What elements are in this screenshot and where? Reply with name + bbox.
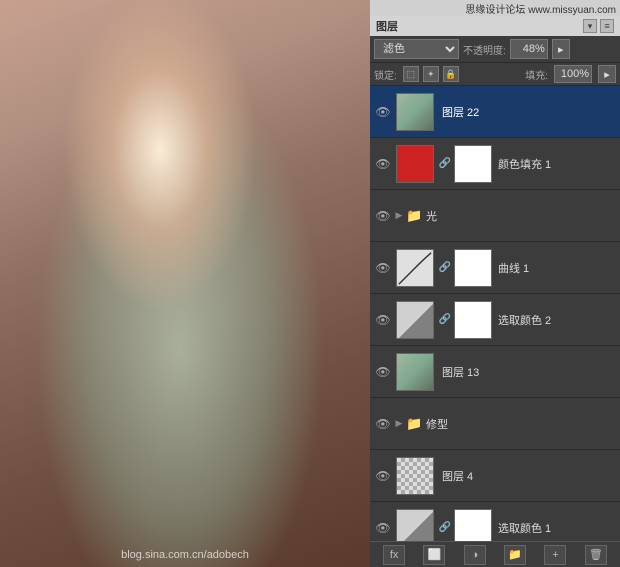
thumb-girl-img [397, 94, 433, 130]
eye-icon-layer4[interactable]: 👁 [374, 467, 392, 485]
thumb-curves1 [396, 249, 434, 287]
layer-name-curves1: 曲线 1 [498, 260, 616, 276]
opacity-arrow-btn[interactable]: ▸ [552, 39, 570, 59]
panel-menu-btn[interactable]: ≡ [600, 19, 614, 33]
layer-info-selective2: 选取颜色 2 [494, 312, 616, 328]
layer-item-group-light[interactable]: 👁 ▶ 📁 光 [370, 190, 620, 242]
layer-info-layer13: 图层 13 [438, 364, 616, 380]
layer-item-colorfill1[interactable]: 👁 🔗 颜色填充 1 [370, 138, 620, 190]
thumb-selective2-img [397, 302, 433, 338]
layer-item-group-xiutype[interactable]: 👁 ▶ 📁 修型 [370, 398, 620, 450]
fill-arrow-btn[interactable]: ▸ [598, 65, 616, 83]
thumb-layer22 [396, 93, 434, 131]
expand-icon-group-xiutype[interactable]: ▶ [392, 417, 406, 431]
lock-row: 锁定: ⬚ ✦ 🔒 填充: ▸ [370, 63, 620, 86]
layer-info-curves1: 曲线 1 [494, 260, 616, 276]
panel-collapse-btn[interactable]: ▾ [583, 19, 597, 33]
thumb-selective1-img [397, 510, 433, 542]
lock-icons-group: ⬚ ✦ 🔒 [403, 66, 459, 82]
link-icon-selective2: 🔗 [438, 314, 452, 325]
eye-icon-layer22[interactable]: 👁 [374, 103, 392, 121]
eye-icon-selective1[interactable]: 👁 [374, 519, 392, 537]
layer-info-group-xiutype: 修型 [422, 416, 616, 432]
layer-name-selective2: 选取颜色 2 [498, 312, 616, 328]
layer-info-layer22: 图层 22 [438, 104, 616, 120]
opacity-input[interactable] [510, 39, 548, 59]
mask-button[interactable]: ⬜ [423, 545, 445, 565]
thumb-white-mask [455, 146, 491, 182]
fx-button[interactable]: fx [383, 545, 405, 565]
thumb-mask-colorfill1 [454, 145, 492, 183]
thumb-colorfill1 [396, 145, 434, 183]
lock-label: 锁定: [374, 67, 397, 82]
thumb-layer4 [396, 457, 434, 495]
layers-list: 👁 图层 22 👁 🔗 颜色填充 1 👁 ▶ [370, 86, 620, 541]
layers-toolbar: fx ⬜ ◑ 📁 + 🗑 [370, 541, 620, 567]
layer-name-colorfill1: 颜色填充 1 [498, 156, 616, 172]
layer-info-layer4: 图层 4 [438, 468, 616, 484]
folder-icon-group-xiutype: 📁 [406, 416, 422, 432]
lock-move-btn[interactable]: ✦ [423, 66, 439, 82]
link-icon-selective1: 🔗 [438, 522, 452, 533]
layer-name-layer4: 图层 4 [442, 468, 616, 484]
thumb-curve-img [397, 250, 433, 286]
layer-info-group-light: 光 [422, 208, 616, 224]
thumb-mask-selective1 [454, 509, 492, 542]
blend-mode-select[interactable]: 滤色 正常 叠加 柔光 [374, 39, 459, 59]
layer-item-curves1[interactable]: 👁 🔗 曲线 1 [370, 242, 620, 294]
layer-item-selective2[interactable]: 👁 🔗 选取颜色 2 [370, 294, 620, 346]
link-icon-curves1: 🔗 [438, 262, 452, 273]
layer-item-selective1[interactable]: 👁 🔗 选取颜色 1 [370, 502, 620, 541]
adjustment-button[interactable]: ◑ [464, 545, 486, 565]
thumb-red-fill [397, 146, 433, 182]
top-watermark-bar: 思缘设计论坛 www.missyuan.com [370, 0, 620, 16]
eye-icon-layer13[interactable]: 👁 [374, 363, 392, 381]
thumb-white-mask-curves [455, 250, 491, 286]
thumb-white-mask-sel1 [455, 510, 491, 542]
layer-name-selective1: 选取颜色 1 [498, 520, 616, 536]
layers-panel: 思缘设计论坛 www.missyuan.com 图层 ▾ ≡ 滤色 正常 叠加 … [370, 0, 620, 567]
thumb-mask-curves1 [454, 249, 492, 287]
eye-icon-group-light[interactable]: 👁 [374, 207, 392, 225]
lock-all-btn[interactable]: 🔒 [443, 66, 459, 82]
layer-info-colorfill1: 颜色填充 1 [494, 156, 616, 172]
panel-title-row: 图层 ▾ ≡ [370, 16, 620, 36]
photo-figure [0, 0, 370, 567]
new-layer-button[interactable]: + [544, 545, 566, 565]
thumb-mask-selective2 [454, 301, 492, 339]
layer-name-group-xiutype: 修型 [426, 416, 616, 432]
panel-title: 图层 [376, 18, 398, 34]
eye-icon-curves1[interactable]: 👁 [374, 259, 392, 277]
eye-icon-colorfill1[interactable]: 👁 [374, 155, 392, 173]
layer-name-group-light: 光 [426, 208, 616, 224]
layer-name-layer22: 图层 22 [442, 104, 616, 120]
layer-item-layer22[interactable]: 👁 图层 22 [370, 86, 620, 138]
layer-item-layer13[interactable]: 👁 图层 13 [370, 346, 620, 398]
layer-info-selective1: 选取颜色 1 [494, 520, 616, 536]
bottom-watermark: blog.sina.com.cn/adobech [121, 549, 249, 561]
group-button[interactable]: 📁 [504, 545, 526, 565]
thumb-selective1 [396, 509, 434, 542]
opacity-label: 不透明度: [463, 42, 506, 57]
thumb-selective2 [396, 301, 434, 339]
delete-layer-button[interactable]: 🗑 [585, 545, 607, 565]
layer-name-layer13: 图层 13 [442, 364, 616, 380]
eye-icon-group-xiutype[interactable]: 👁 [374, 415, 392, 433]
top-watermark-text: 思缘设计论坛 www.missyuan.com [465, 1, 616, 16]
fill-input[interactable] [554, 65, 592, 83]
eye-icon-selective2[interactable]: 👁 [374, 311, 392, 329]
thumb-layer13-img [397, 354, 433, 390]
layer-item-layer4[interactable]: 👁 图层 4 [370, 450, 620, 502]
blend-mode-row: 滤色 正常 叠加 柔光 不透明度: ▸ [370, 36, 620, 63]
folder-icon-group-light: 📁 [406, 208, 422, 224]
thumb-checker-img [397, 458, 433, 494]
link-icon-colorfill1: 🔗 [438, 158, 452, 169]
thumb-layer13 [396, 353, 434, 391]
panel-title-icons: ▾ ≡ [583, 19, 614, 33]
lock-checkers-btn[interactable]: ⬚ [403, 66, 419, 82]
fill-label: 填充: [525, 67, 548, 82]
expand-icon-group-light[interactable]: ▶ [392, 209, 406, 223]
photo-canvas: blog.sina.com.cn/adobech [0, 0, 370, 567]
thumb-white-mask-sel2 [455, 302, 491, 338]
